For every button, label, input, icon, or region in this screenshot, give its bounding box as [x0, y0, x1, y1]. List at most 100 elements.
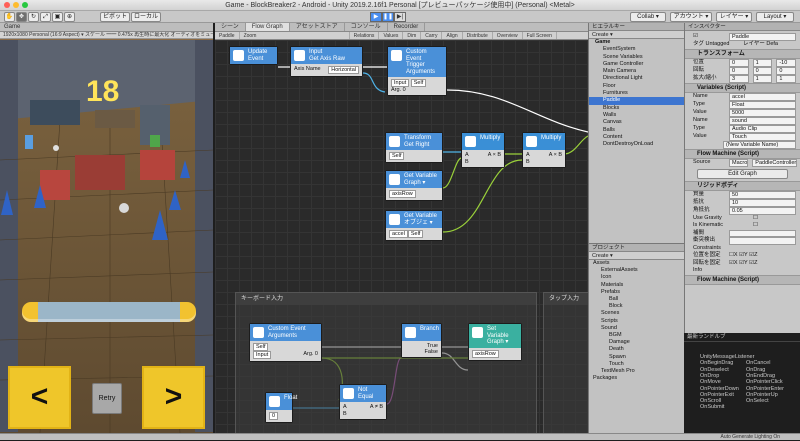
hierarchy-item[interactable]: Scene Variables: [589, 54, 684, 61]
move-right-button[interactable]: >: [142, 366, 205, 429]
project-item[interactable]: TextMesh Pro: [589, 368, 684, 375]
new-variable-field[interactable]: (New Variable Name): [723, 140, 796, 149]
message-item[interactable]: OnSubmit: [700, 404, 746, 410]
section-transform[interactable]: トランスフォーム: [685, 48, 800, 59]
project-item[interactable]: Packages: [589, 375, 684, 382]
section-flow-machine-1[interactable]: Flow Machine (Script): [685, 148, 800, 159]
local-toggle[interactable]: ローカル: [131, 12, 161, 22]
node-update-event[interactable]: Update Event: [229, 46, 278, 65]
project-item[interactable]: Block: [589, 303, 684, 310]
hierarchy-item[interactable]: DontDestroyOnLoad: [589, 141, 684, 148]
hierarchy-item[interactable]: Walls: [589, 112, 684, 119]
inspector-title[interactable]: インスペクター: [685, 23, 800, 31]
object-name-field[interactable]: Paddle: [729, 33, 796, 41]
node-set-variable[interactable]: Set Variable Graph ▾ axisRow: [468, 323, 522, 361]
project-item[interactable]: Touch: [589, 361, 684, 368]
tab-scene[interactable]: シーン: [215, 23, 246, 31]
project-create-button[interactable]: Create ▾: [589, 252, 684, 260]
node-custom-event-trigger[interactable]: Custom Event Trigger Arguments Input Self …: [387, 46, 447, 96]
group-tap-input[interactable]: タップ入力: [543, 292, 588, 433]
hierarchy-item[interactable]: Game Controller: [589, 61, 684, 68]
hierarchy-item[interactable]: Balls: [589, 127, 684, 134]
rect-tool-icon[interactable]: ▣: [52, 12, 63, 22]
project-item[interactable]: Sound: [589, 325, 684, 332]
section-rigidbody[interactable]: リジッドボディ: [685, 180, 800, 191]
hierarchy-item[interactable]: Directional Light: [589, 75, 684, 82]
scale-tool-icon[interactable]: ⤢: [40, 12, 51, 22]
layers-button[interactable]: レイヤー ▾: [716, 12, 752, 22]
hierarchy-item[interactable]: Content: [589, 134, 684, 141]
pivot-toggle[interactable]: ピボット: [100, 12, 130, 22]
tab-console[interactable]: コンソール: [345, 23, 388, 31]
node-transform-get-right[interactable]: Transform Get Right Self: [385, 132, 443, 163]
fullscreen-button[interactable]: Full Screen: [523, 32, 557, 39]
node-get-variable-axisrow[interactable]: Get Variable Graph ▾ axisRow: [385, 170, 443, 201]
graph-canvas[interactable]: キーボード入力 タップ入力 Update Event Input Get Axis …: [215, 40, 588, 433]
project-item[interactable]: Death: [589, 346, 684, 353]
project-item[interactable]: Assets: [589, 260, 684, 267]
var2-name[interactable]: sound: [729, 116, 796, 125]
project-item[interactable]: Materials: [589, 282, 684, 289]
checkbox-icon[interactable]: ☑: [693, 33, 729, 41]
checkbox-icon[interactable]: ☐: [753, 215, 758, 223]
axis-name-field[interactable]: Horizontal: [328, 66, 359, 74]
align-button[interactable]: Align: [442, 32, 463, 39]
zoom-label[interactable]: Zoom: [240, 32, 350, 39]
message-item[interactable]: OnSelect: [746, 398, 792, 404]
distribute-button[interactable]: Distribute: [463, 32, 493, 39]
window-controls[interactable]: [4, 2, 28, 8]
node-multiply-2[interactable]: Multiply AA × BB: [522, 132, 566, 168]
node-input-get-axis-raw[interactable]: Input Get Axis Raw Axis Name Horizontal: [290, 46, 363, 77]
collab-button[interactable]: Collab ▾: [630, 12, 666, 22]
minimize-icon[interactable]: [13, 2, 19, 8]
project-item[interactable]: Damage: [589, 339, 684, 346]
project-item[interactable]: Spawn: [589, 354, 684, 361]
project-item[interactable]: ExternalAssets: [589, 267, 684, 274]
zoom-icon[interactable]: [22, 2, 28, 8]
overview-button[interactable]: Overview: [493, 32, 523, 39]
project-item[interactable]: Prefabs: [589, 289, 684, 296]
hand-tool-icon[interactable]: ✋: [4, 12, 15, 22]
tab-recorder[interactable]: Recorder: [388, 23, 426, 31]
node-multiply-1[interactable]: Multiply AA × BB: [461, 132, 505, 168]
var1-value[interactable]: 5000: [729, 108, 796, 117]
hierarchy-item[interactable]: Blocks: [589, 105, 684, 112]
graph-breadcrumb[interactable]: Paddle: [215, 32, 240, 39]
hierarchy-root[interactable]: Game: [589, 39, 684, 46]
hierarchy-item[interactable]: Main Camera: [589, 68, 684, 75]
node-not-equal[interactable]: Not Equal AA ≠ BB: [339, 384, 387, 420]
hierarchy-item[interactable]: Canvas: [589, 119, 684, 126]
project-item[interactable]: Ball: [589, 296, 684, 303]
carry-toggle[interactable]: Carry: [421, 32, 443, 39]
move-left-button[interactable]: <: [8, 366, 71, 429]
hierarchy-item[interactable]: Floor: [589, 83, 684, 90]
move-tool-icon[interactable]: ✥: [16, 12, 27, 22]
hierarchy-create-button[interactable]: Create ▾: [589, 31, 684, 39]
transform-tool-icon[interactable]: ⊕: [64, 12, 75, 22]
var2-type[interactable]: Audio Clip: [729, 124, 796, 133]
project-item[interactable]: Scripts: [589, 318, 684, 325]
retry-button[interactable]: Retry: [92, 383, 122, 414]
hierarchy-item[interactable]: EventSystem: [589, 46, 684, 53]
edit-graph-button[interactable]: Edit Graph: [697, 168, 788, 179]
tab-flow-graph[interactable]: Flow Graph: [245, 23, 290, 31]
project-item[interactable]: Scenes: [589, 310, 684, 317]
section-variables[interactable]: Variables (Script): [685, 82, 800, 93]
game-view-bar[interactable]: 1920x1080 Personal (16:9 Aspect) ▾ スケール …: [0, 32, 213, 39]
relations-toggle[interactable]: Relations: [350, 32, 380, 39]
project-title[interactable]: プロジェクト: [589, 244, 684, 252]
values-toggle[interactable]: Values: [379, 32, 404, 39]
section-flow-machine-2[interactable]: Flow Machine (Script): [685, 274, 800, 285]
project-item[interactable]: Icon: [589, 274, 684, 281]
step-button[interactable]: ▶|: [394, 12, 406, 22]
pause-button[interactable]: ❚❚: [382, 12, 394, 22]
tab-game[interactable]: Game: [0, 23, 213, 32]
layout-button[interactable]: Layout ▾: [756, 12, 794, 22]
close-icon[interactable]: [4, 2, 10, 8]
play-button[interactable]: ▶: [370, 12, 382, 22]
rotate-tool-icon[interactable]: ↻: [28, 12, 39, 22]
dim-toggle[interactable]: Dim: [403, 32, 422, 39]
hierarchy-item[interactable]: Paddle: [589, 97, 684, 105]
account-button[interactable]: アカウント ▾: [670, 12, 712, 22]
tab-asset-store[interactable]: アセットストア: [290, 23, 345, 31]
